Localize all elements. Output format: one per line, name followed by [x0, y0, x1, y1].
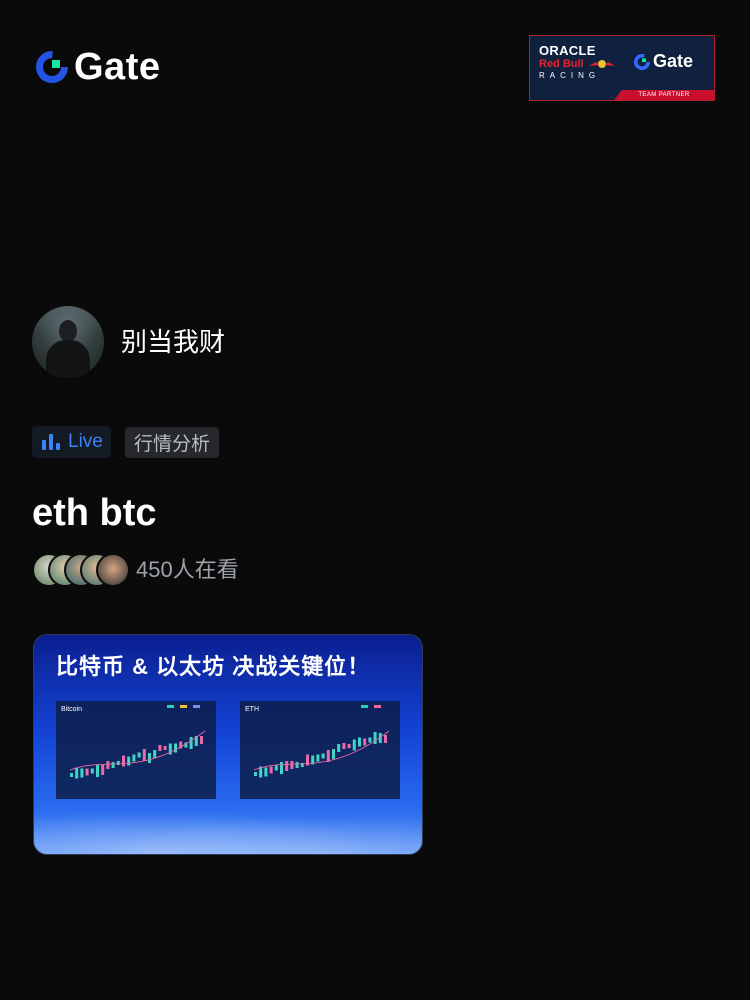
live-label: Live — [68, 431, 103, 452]
streamer-username[interactable]: 别当我财 — [121, 327, 225, 357]
stream-cover[interactable]: Bitcoin ETH 比特币 & 以太坊 决战关键位！ — [33, 634, 423, 855]
candle — [127, 756, 131, 766]
candle — [384, 735, 387, 743]
candle — [101, 765, 105, 775]
team-partner-bar: TEAM PARTNER — [614, 90, 714, 100]
partner-badge: ORACLE Red Bull RACING Gate TEAM PARTNER — [529, 35, 715, 101]
candle — [200, 736, 203, 744]
candle — [163, 746, 167, 750]
candle — [368, 737, 372, 743]
candle — [75, 767, 79, 779]
candle — [148, 753, 151, 763]
candle — [274, 765, 278, 771]
candle — [153, 750, 157, 758]
candle — [316, 754, 320, 762]
candle — [142, 749, 146, 761]
viewer-count: 450人在看 — [136, 557, 239, 582]
candle — [337, 744, 341, 752]
candle — [189, 737, 193, 749]
candle — [90, 768, 94, 774]
candle — [96, 765, 99, 777]
left-chart-label: Bitcoin — [61, 706, 82, 713]
stream-title: eth btc — [32, 492, 157, 534]
viewer-avatar — [96, 553, 130, 587]
candle — [254, 772, 257, 776]
candle — [116, 761, 120, 765]
candle — [352, 739, 356, 751]
candle — [363, 738, 367, 746]
candle — [295, 762, 299, 768]
bull-icon — [588, 60, 615, 68]
candle — [285, 761, 289, 771]
candle — [80, 768, 84, 778]
gate-logo-icon — [36, 51, 68, 83]
candle — [358, 737, 361, 747]
candle — [332, 749, 335, 759]
brand-name: Gate — [74, 46, 161, 88]
candle — [106, 761, 110, 769]
candle — [122, 755, 125, 767]
redbull-text: Red Bull — [539, 58, 639, 70]
right-chart-label: ETH — [245, 706, 259, 713]
candle — [70, 773, 73, 777]
candle — [373, 732, 377, 744]
candle — [342, 743, 346, 749]
candle — [264, 767, 268, 777]
redbull-label: Red Bull — [539, 58, 584, 70]
oracle-text: ORACLE — [539, 43, 596, 58]
candle — [137, 752, 141, 758]
candle — [158, 745, 162, 751]
live-bars-icon — [42, 434, 60, 450]
candle — [347, 744, 351, 748]
racing-text: RACING — [539, 71, 601, 80]
category-tag[interactable]: 行情分析 — [125, 427, 220, 458]
candle — [326, 750, 330, 762]
candle — [174, 743, 177, 753]
right-chart-panel — [240, 701, 400, 799]
candle — [280, 762, 283, 774]
candle — [290, 761, 294, 769]
candle — [269, 766, 273, 774]
viewer-avatars — [32, 553, 132, 587]
cover-headline: 比特币 & 以太坊 决战关键位！ — [56, 654, 371, 679]
left-chart-panel — [56, 701, 216, 799]
candle — [85, 768, 89, 776]
live-tag: Live — [32, 426, 111, 458]
candle — [111, 762, 115, 768]
streamer-avatar[interactable] — [32, 306, 104, 378]
partner-gate-text: Gate — [653, 51, 694, 71]
gate-small-icon — [634, 53, 650, 70]
gate-logo[interactable]: Gate — [34, 48, 160, 86]
candle — [132, 754, 136, 762]
candle — [321, 753, 325, 759]
partner-gate-logo: Gate — [633, 51, 693, 72]
